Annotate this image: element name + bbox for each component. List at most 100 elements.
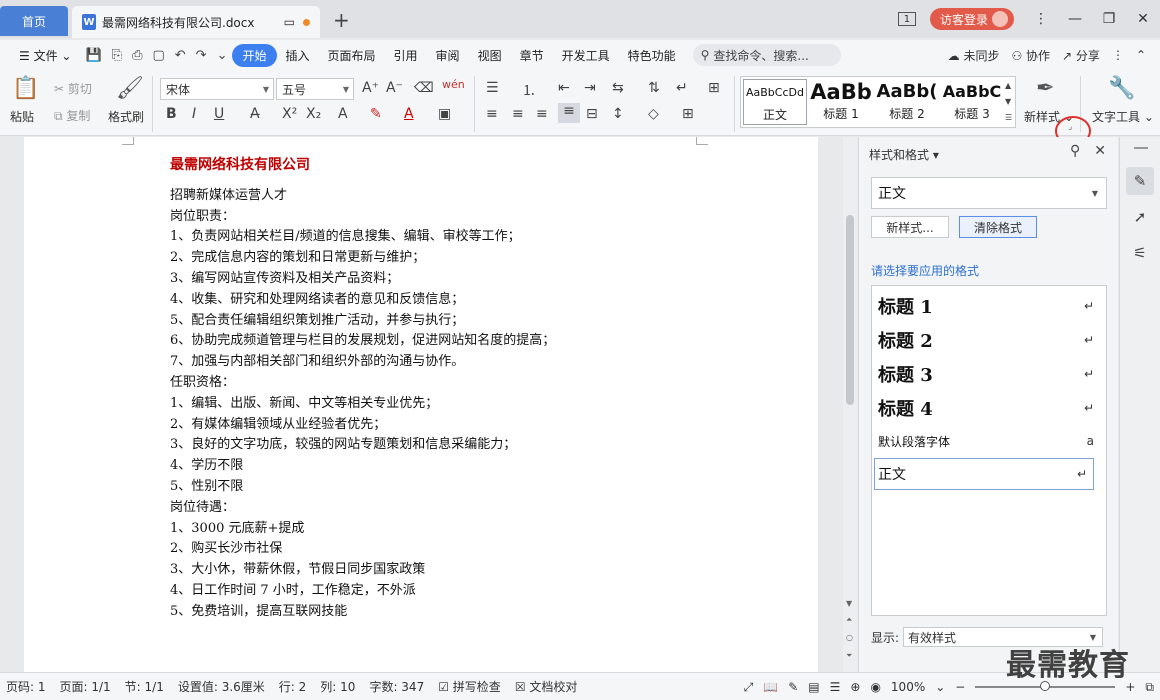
collapse-ribbon-icon[interactable]: ⌃ bbox=[1136, 48, 1146, 62]
style-list-item-heading-4[interactable]: 标题 4 ↵ bbox=[878, 394, 1100, 422]
settings-sliders-icon[interactable]: ⚟ bbox=[1126, 239, 1154, 267]
shading-icon[interactable]: ◇ bbox=[648, 106, 659, 122]
cursor-icon[interactable]: ➚ bbox=[1126, 203, 1154, 231]
file-menu[interactable]: ☰ 文件 ⌄ bbox=[10, 47, 80, 64]
distribute-icon[interactable]: ⊟ bbox=[586, 106, 598, 122]
text-tools-button[interactable]: 文字工具 ⌄ bbox=[1092, 108, 1154, 125]
proofread-button[interactable]: ☒ 文档校对 bbox=[515, 678, 578, 695]
font-name-select[interactable]: 宋体 ▼ bbox=[160, 78, 274, 100]
close-icon[interactable]: ✕ bbox=[1094, 143, 1106, 159]
fullscreen-icon[interactable]: ⤢ bbox=[744, 680, 754, 695]
align-center-icon[interactable]: ≡ bbox=[512, 106, 524, 122]
line-spacing-icon[interactable]: ↕ bbox=[612, 106, 624, 122]
tab-start[interactable]: 开始 bbox=[232, 43, 277, 67]
redo-icon[interactable]: ↷ bbox=[191, 48, 212, 63]
style-list-item-heading-1[interactable]: 标题 1 ↵ bbox=[878, 292, 1100, 320]
tab-layout[interactable]: 页面布局 bbox=[319, 47, 385, 64]
cut-button[interactable]: ✂ 剪切 bbox=[54, 80, 92, 97]
write-mode-icon[interactable]: ✎ bbox=[788, 680, 798, 694]
style-list-item-normal[interactable]: 正文 ↵ bbox=[874, 458, 1094, 490]
status-page[interactable]: 页面: 1/1 bbox=[60, 678, 111, 695]
tab-features[interactable]: 特色功能 bbox=[619, 47, 685, 64]
tab-stops-icon[interactable]: ⊞ bbox=[708, 80, 720, 96]
format-painter-button[interactable]: 格式刷 bbox=[108, 108, 144, 125]
increase-indent-icon[interactable]: ⇥ bbox=[584, 80, 596, 96]
page-view-icon[interactable]: ▤ bbox=[808, 680, 819, 694]
sort-icon[interactable]: ⇅ bbox=[648, 80, 660, 96]
style-heading-3[interactable]: AaBbC 标题 3 bbox=[941, 79, 1003, 125]
next-page-icon[interactable]: ⏷ bbox=[846, 651, 852, 661]
text-direction-icon[interactable]: ⇆ bbox=[612, 80, 624, 96]
web-view-icon[interactable]: ⊕ bbox=[850, 680, 860, 694]
share-button[interactable]: ↗ 分享 bbox=[1062, 47, 1100, 64]
read-mode-icon[interactable]: 📖 bbox=[763, 680, 778, 694]
align-right-icon[interactable]: ≡ bbox=[536, 106, 548, 122]
format-painter-icon[interactable]: 🖌 bbox=[116, 76, 144, 101]
new-style-pane-button[interactable]: 新样式... bbox=[871, 216, 949, 238]
tab-chapter[interactable]: 章节 bbox=[511, 47, 553, 64]
zoom-dropdown-icon[interactable]: ⌄ bbox=[935, 680, 945, 694]
bold-icon[interactable]: B bbox=[166, 106, 177, 122]
wrench-icon[interactable]: 🔧 bbox=[1108, 76, 1135, 101]
export-icon[interactable]: ⎘ bbox=[107, 48, 127, 63]
monitor-icon[interactable]: ▭ bbox=[284, 15, 295, 29]
edit-pen-icon[interactable]: ✎ bbox=[1126, 167, 1154, 195]
font-color-icon[interactable]: A bbox=[404, 106, 414, 122]
status-words[interactable]: 字数: 347 bbox=[369, 678, 424, 695]
align-left-icon[interactable]: ≡ bbox=[486, 106, 498, 122]
line-break-icon[interactable]: ↵ bbox=[676, 80, 688, 96]
window-count-badge[interactable]: 1 bbox=[897, 12, 916, 26]
scrollbar-thumb[interactable] bbox=[846, 215, 854, 405]
close-button[interactable]: ✕ bbox=[1126, 11, 1160, 27]
shrink-font-icon[interactable]: A⁻ bbox=[386, 80, 403, 96]
paste-button[interactable]: 粘贴 bbox=[10, 108, 34, 125]
new-style-icon[interactable]: ✒ bbox=[1036, 76, 1054, 101]
tab-document[interactable]: W 最需网络科技有限公司.docx ▭ bbox=[72, 6, 320, 38]
document-page[interactable]: 最需网络科技有限公司 招聘新媒体运营人才 岗位职责： 1、负责网站相关栏目/频道… bbox=[24, 137, 818, 672]
eye-protect-icon[interactable]: ◉ bbox=[870, 680, 880, 694]
eraser-icon[interactable]: ⌫ bbox=[414, 80, 434, 96]
tab-insert[interactable]: 插入 bbox=[277, 47, 319, 64]
phonetic-icon[interactable]: wén bbox=[442, 78, 465, 91]
status-col[interactable]: 列: 10 bbox=[320, 678, 355, 695]
style-normal[interactable]: AaBbCcDd 正文 bbox=[743, 79, 807, 125]
pin-icon[interactable]: ⚲ bbox=[1070, 143, 1080, 159]
tab-home[interactable]: 首页 bbox=[0, 6, 68, 36]
number-list-icon[interactable]: ⒈ bbox=[522, 80, 536, 100]
gallery-up-icon[interactable]: ▲ bbox=[1005, 81, 1011, 90]
clear-format-button[interactable]: 清除格式 bbox=[959, 216, 1037, 238]
decrease-indent-icon[interactable]: ⇤ bbox=[558, 80, 570, 96]
status-row[interactable]: 行: 2 bbox=[279, 678, 307, 695]
minimize-button[interactable]: — bbox=[1058, 11, 1092, 27]
highlight-icon[interactable]: ✎ bbox=[370, 106, 382, 122]
grow-font-icon[interactable]: A⁺ bbox=[362, 80, 379, 96]
preview-icon[interactable]: ▢ bbox=[147, 48, 169, 63]
current-style-select[interactable]: 正文 ▼ bbox=[871, 177, 1107, 209]
fit-page-icon[interactable]: ⧉ bbox=[1145, 680, 1154, 695]
zoom-out-icon[interactable]: − bbox=[955, 680, 965, 694]
restore-button[interactable]: ❐ bbox=[1092, 11, 1126, 27]
paste-icon[interactable]: 📋 bbox=[12, 76, 39, 101]
guest-login-button[interactable]: 访客登录 bbox=[929, 8, 1014, 30]
collab-button[interactable]: ⚇ 协作 bbox=[1011, 47, 1050, 64]
customize-icon[interactable]: ⌄ bbox=[212, 48, 233, 63]
print-icon[interactable]: ⎙ bbox=[127, 48, 147, 63]
style-heading-1[interactable]: AaBb 标题 1 bbox=[809, 79, 873, 125]
superscript-icon[interactable]: X² bbox=[282, 106, 297, 122]
select-browse-icon[interactable]: ○ bbox=[846, 633, 853, 642]
underline-icon[interactable]: U bbox=[214, 106, 224, 122]
style-heading-2[interactable]: AaBb( 标题 2 bbox=[875, 79, 939, 125]
strikethrough-icon[interactable]: A̶ bbox=[250, 106, 260, 122]
document-body[interactable]: 最需网络科技有限公司 招聘新媒体运营人才 岗位职责： 1、负责网站相关栏目/频道… bbox=[170, 155, 555, 623]
zoom-level[interactable]: 100% bbox=[891, 680, 925, 694]
style-list-item-heading-2[interactable]: 标题 2 ↵ bbox=[878, 326, 1100, 354]
tab-review[interactable]: 审阅 bbox=[427, 47, 469, 64]
styles-pane-title[interactable]: 样式和格式 ▾ bbox=[869, 146, 939, 163]
prev-page-icon[interactable]: ⏶ bbox=[846, 615, 852, 625]
more-icon[interactable]: ⋮ bbox=[1024, 11, 1058, 27]
text-effect-icon[interactable]: A bbox=[338, 106, 348, 122]
save-icon[interactable]: 💾 bbox=[80, 48, 106, 63]
justify-icon[interactable]: ≡ bbox=[558, 103, 580, 123]
style-list-item-default-font[interactable]: 默认段落字体 a bbox=[878, 430, 1100, 452]
gallery-down-icon[interactable]: ▼ bbox=[1005, 97, 1011, 106]
